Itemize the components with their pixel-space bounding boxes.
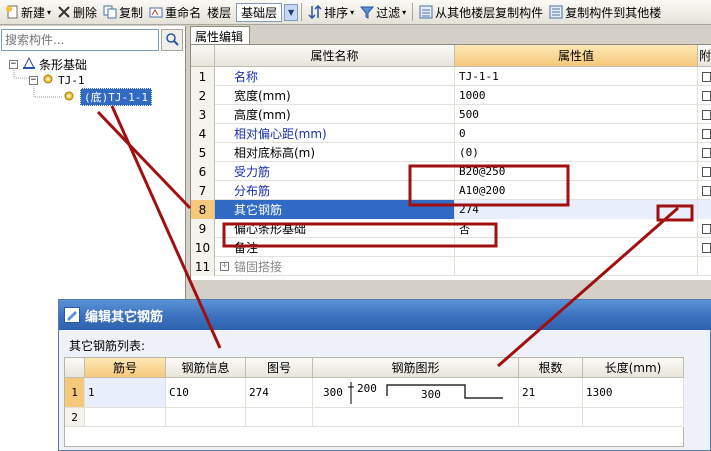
new-button[interactable]: 新建 ▾	[2, 2, 54, 23]
checkbox[interactable]	[702, 242, 711, 253]
table-row[interactable]: 1 名称 TJ-1-1	[191, 67, 711, 86]
filter-icon	[360, 5, 375, 19]
filter-button[interactable]: 过滤 ▾	[357, 2, 409, 23]
delete-button[interactable]: 删除	[54, 2, 100, 23]
table-row[interactable]: 4 相对偏心距(mm) 0	[191, 124, 711, 143]
rebar-table: 筋号 钢筋信息 图号 钢筋图形 根数 长度(mm) 1 1 C10 274 30…	[64, 357, 684, 447]
checkbox[interactable]	[702, 185, 711, 196]
dropdown-arrow-icon: ▾	[47, 7, 52, 17]
copy-icon	[103, 5, 117, 19]
table-row[interactable]: 3 高度(mm) 500	[191, 105, 711, 124]
dropdown-arrow-icon: ▾	[402, 7, 407, 17]
rename-button[interactable]: 重命名	[146, 2, 204, 23]
copy-to-floor-button[interactable]: 复制构件到其他楼	[546, 2, 664, 23]
rebar-shape-drawing	[348, 382, 503, 404]
rebar-info-header: 钢筋信息	[166, 358, 246, 378]
property-value-header: 属性值	[455, 45, 698, 67]
checkbox[interactable]	[702, 147, 711, 158]
length-header: 长度(mm)	[583, 358, 684, 378]
search-bar	[1, 29, 183, 53]
checkbox[interactable]	[702, 128, 711, 139]
edit-other-rebar-dialog: 编辑其它钢筋 其它钢筋列表: 筋号 钢筋信息 图号 钢筋图形 根数 长度(mm)…	[58, 299, 711, 451]
toolbar: 新建 ▾ 删除 复制 重命名 楼层 基础层 ▼ 排序 ▾ 过滤 ▾ 从其他楼层复制构件…	[0, 0, 711, 25]
delete-icon	[57, 5, 71, 19]
expand-icon[interactable]: +	[220, 262, 229, 271]
row-number-header	[65, 358, 85, 378]
search-button[interactable]	[161, 29, 183, 51]
toolbar-divider	[301, 3, 303, 21]
property-name-header: 属性名称	[215, 45, 455, 67]
bar-number-header: 筋号	[85, 358, 166, 378]
floor-select[interactable]: 基础层	[236, 2, 283, 22]
copy-from-floor-icon	[419, 5, 433, 19]
search-icon	[165, 32, 179, 49]
rebar-shape-cell[interactable]: 300 200 300	[313, 378, 519, 408]
property-grid: 属性名称 属性值 附 1 名称 TJ-1-1 2 宽度(mm) 1000 3 高…	[190, 44, 711, 280]
copy-from-floor-button[interactable]: 从其他楼层复制构件	[416, 2, 546, 23]
table-row[interactable]: 2 宽度(mm) 1000	[191, 86, 711, 105]
checkbox[interactable]	[702, 223, 711, 234]
sort-button[interactable]: 排序 ▾	[305, 2, 357, 23]
copy-to-floor-icon	[549, 5, 563, 19]
table-row-selected[interactable]: 8 其它钢筋 274	[191, 200, 711, 219]
new-icon	[5, 5, 19, 19]
count-header: 根数	[519, 358, 583, 378]
rename-icon	[149, 5, 163, 19]
table-row[interactable]: 9 偏心条形基础 否	[191, 219, 711, 238]
figure-number-header: 图号	[246, 358, 313, 378]
dropdown-arrow-icon: ▾	[350, 7, 355, 17]
list-label: 其它钢筋列表:	[69, 339, 146, 353]
table-row[interactable]: 7 分布筋 A10@200	[191, 181, 711, 200]
floor-label: 楼层	[207, 5, 232, 20]
table-row[interactable]: 5 相对底标高(m) (0)	[191, 143, 711, 162]
search-input[interactable]	[1, 29, 159, 51]
checkbox[interactable]	[702, 90, 711, 101]
dialog-title-bar[interactable]: 编辑其它钢筋	[59, 300, 711, 330]
row-number-header	[191, 45, 215, 67]
checkbox[interactable]	[702, 166, 711, 177]
toolbar-divider	[412, 3, 414, 21]
table-row[interactable]: 11 + 锚固搭接	[191, 257, 711, 276]
table-row[interactable]: 10 备注	[191, 238, 711, 257]
rebar-shape-header: 钢筋图形	[313, 358, 519, 378]
copy-button[interactable]: 复制	[100, 2, 146, 23]
checkbox[interactable]	[702, 109, 711, 120]
floor-select-chevron-down-icon[interactable]: ▼	[284, 3, 299, 21]
tree-lines	[13, 68, 62, 98]
sort-icon	[308, 4, 322, 20]
extra-header: 附	[698, 45, 711, 67]
dialog-app-icon	[64, 307, 80, 323]
checkbox[interactable]	[702, 71, 711, 82]
tab-property-edit[interactable]: 属性编辑	[190, 26, 250, 44]
table-row[interactable]: 6 受力筋 B20@250	[191, 162, 711, 181]
